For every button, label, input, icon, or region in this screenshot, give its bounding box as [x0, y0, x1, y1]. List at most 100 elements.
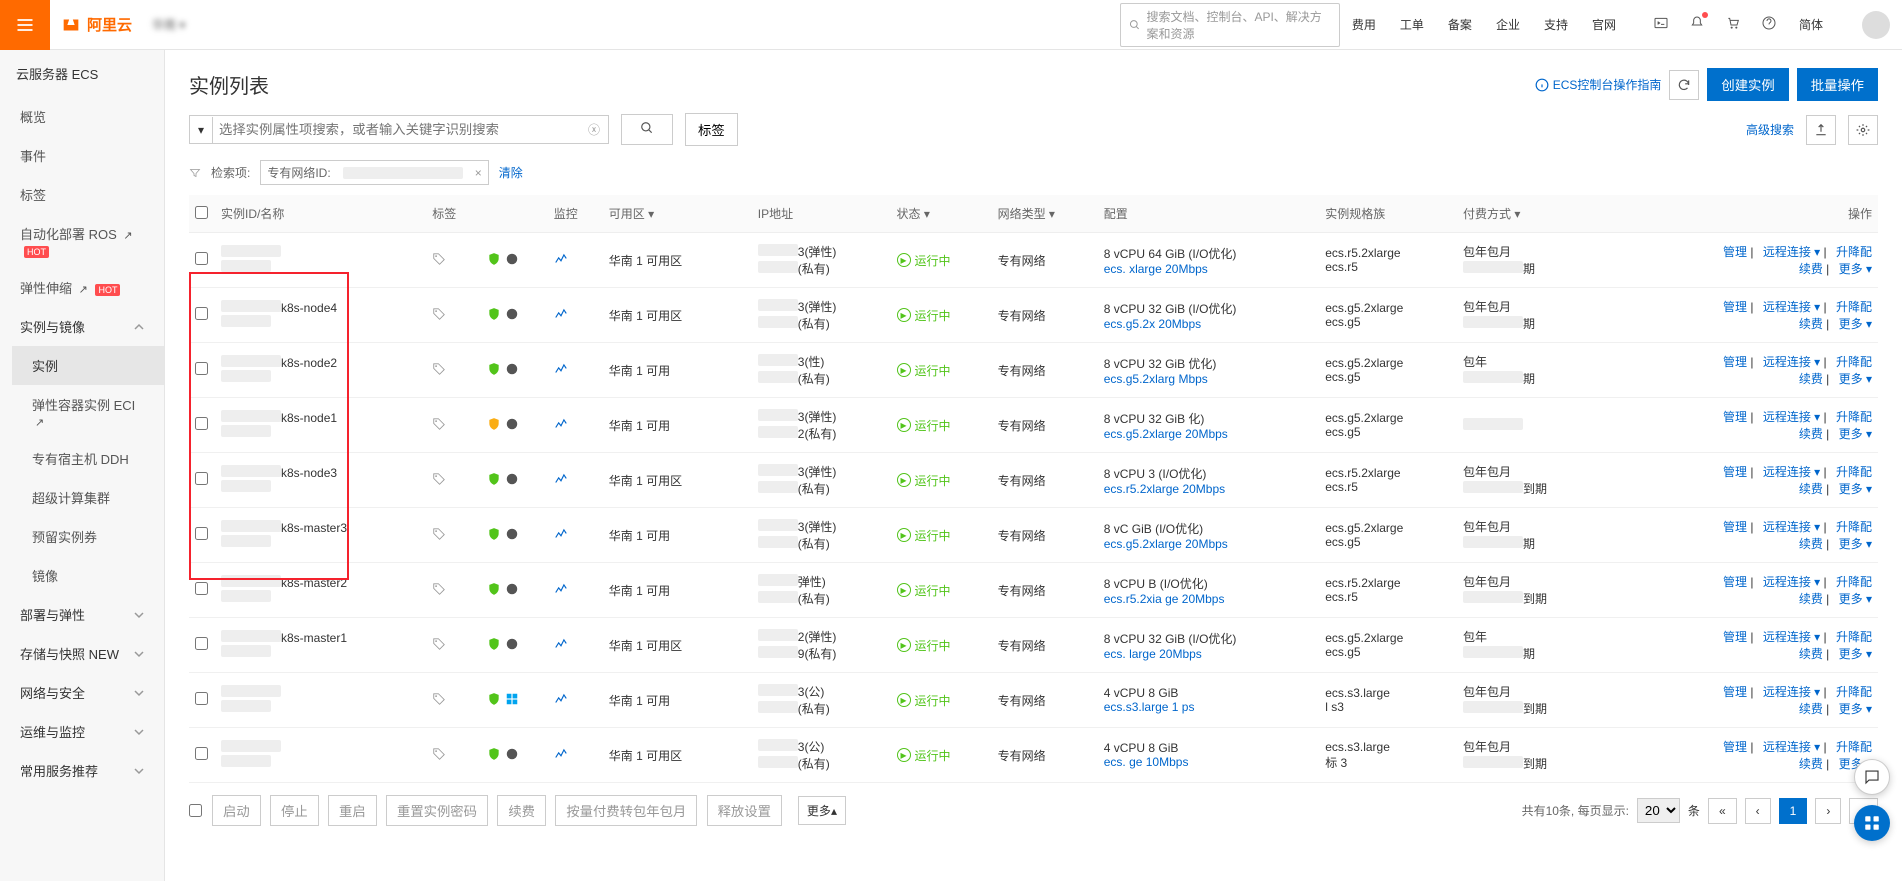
- page-size-select[interactable]: 20: [1637, 798, 1680, 823]
- op-change[interactable]: 升降配: [1836, 410, 1872, 424]
- op-remote[interactable]: 远程连接 ▾: [1763, 520, 1820, 534]
- search-button[interactable]: [621, 114, 673, 145]
- sidebar-eci[interactable]: 弹性容器实例 ECI ↗: [12, 385, 164, 439]
- op-remote[interactable]: 远程连接 ▾: [1763, 245, 1820, 259]
- remove-filter-icon[interactable]: ×: [475, 166, 482, 180]
- tag-icon[interactable]: [432, 255, 446, 269]
- clear-filters-link[interactable]: 清除: [499, 164, 523, 181]
- row-checkbox[interactable]: [195, 472, 208, 485]
- op-remote[interactable]: 远程连接 ▾: [1763, 630, 1820, 644]
- sidebar-group-instances[interactable]: 实例与镜像: [0, 307, 164, 346]
- op-change[interactable]: 升降配: [1836, 575, 1872, 589]
- sidebar-group-ops[interactable]: 运维与监控: [0, 712, 164, 751]
- op-change[interactable]: 升降配: [1836, 740, 1872, 754]
- tag-icon[interactable]: [432, 420, 446, 434]
- col-status[interactable]: 状态 ▾: [891, 195, 992, 233]
- op-change[interactable]: 升降配: [1836, 520, 1872, 534]
- instance-id[interactable]: k8s-master3: [221, 520, 420, 535]
- op-renew[interactable]: 续费: [1799, 372, 1823, 386]
- row-checkbox[interactable]: [195, 747, 208, 760]
- op-remote[interactable]: 远程连接 ▾: [1763, 685, 1820, 699]
- nav-site[interactable]: 官网: [1592, 16, 1616, 33]
- op-renew[interactable]: 续费: [1799, 757, 1823, 771]
- nav-support[interactable]: 支持: [1544, 16, 1568, 33]
- sidebar-reserved[interactable]: 预留实例券: [12, 517, 164, 556]
- op-renew[interactable]: 续费: [1799, 702, 1823, 716]
- row-checkbox[interactable]: [195, 417, 208, 430]
- shield-icon[interactable]: [487, 637, 501, 651]
- bulk-start[interactable]: 启动: [212, 795, 261, 826]
- settings-button[interactable]: [1848, 115, 1878, 145]
- op-remote[interactable]: 远程连接 ▾: [1763, 410, 1820, 424]
- op-change[interactable]: 升降配: [1836, 245, 1872, 259]
- op-manage[interactable]: 管理: [1723, 355, 1747, 369]
- op-manage[interactable]: 管理: [1723, 300, 1747, 314]
- op-remote[interactable]: 远程连接 ▾: [1763, 740, 1820, 754]
- op-renew[interactable]: 续费: [1799, 592, 1823, 606]
- hamburger-menu[interactable]: [0, 0, 50, 50]
- row-checkbox[interactable]: [195, 527, 208, 540]
- bulk-resetpw[interactable]: 重置实例密码: [386, 795, 488, 826]
- clear-search-icon[interactable]: ⓧ: [580, 121, 608, 138]
- instance-id[interactable]: k8s-node3: [221, 465, 420, 480]
- op-more[interactable]: 更多 ▾: [1839, 592, 1872, 606]
- pager-first[interactable]: «: [1708, 798, 1737, 824]
- instance-id[interactable]: k8s-node1: [221, 410, 420, 425]
- row-checkbox[interactable]: [195, 362, 208, 375]
- op-change[interactable]: 升降配: [1836, 685, 1872, 699]
- tag-icon[interactable]: [432, 310, 446, 324]
- row-checkbox[interactable]: [195, 637, 208, 650]
- tag-icon[interactable]: [432, 475, 446, 489]
- shield-icon[interactable]: [487, 747, 501, 761]
- sidebar-instances[interactable]: 实例: [12, 346, 164, 385]
- advanced-search-link[interactable]: 高级搜索: [1746, 121, 1794, 138]
- op-manage[interactable]: 管理: [1723, 575, 1747, 589]
- sidebar-ess[interactable]: 弹性伸缩 ↗ HOT: [0, 268, 164, 307]
- nav-beian[interactable]: 备案: [1448, 16, 1472, 33]
- bulk-renew[interactable]: 续费: [497, 795, 546, 826]
- op-renew[interactable]: 续费: [1799, 482, 1823, 496]
- op-change[interactable]: 升降配: [1836, 355, 1872, 369]
- shield-icon[interactable]: [487, 527, 501, 541]
- monitor-link[interactable]: [554, 695, 568, 709]
- monitor-link[interactable]: [554, 310, 568, 324]
- pager-prev[interactable]: ‹: [1745, 798, 1771, 824]
- tag-icon[interactable]: [432, 530, 446, 544]
- op-more[interactable]: 更多 ▾: [1839, 702, 1872, 716]
- cloudshell-icon[interactable]: [1653, 15, 1669, 34]
- col-net[interactable]: 网络类型 ▾: [992, 195, 1098, 233]
- op-more[interactable]: 更多 ▾: [1839, 317, 1872, 331]
- refresh-button[interactable]: [1669, 70, 1699, 100]
- bulk-more[interactable]: 更多 ▴: [798, 796, 846, 825]
- op-more[interactable]: 更多 ▾: [1839, 482, 1872, 496]
- op-renew[interactable]: 续费: [1799, 262, 1823, 276]
- op-renew[interactable]: 续费: [1799, 647, 1823, 661]
- col-zone[interactable]: 可用区 ▾: [603, 195, 734, 233]
- user-avatar[interactable]: [1862, 11, 1890, 39]
- instance-id[interactable]: [221, 245, 420, 260]
- op-manage[interactable]: 管理: [1723, 740, 1747, 754]
- feedback-button[interactable]: [1854, 759, 1890, 795]
- monitor-link[interactable]: [554, 255, 568, 269]
- op-more[interactable]: 更多 ▾: [1839, 647, 1872, 661]
- sidebar-images[interactable]: 镜像: [12, 556, 164, 595]
- monitor-link[interactable]: [554, 585, 568, 599]
- guide-link[interactable]: ECS控制台操作指南: [1535, 76, 1662, 93]
- sidebar-overview[interactable]: 概览: [0, 97, 164, 136]
- monitor-link[interactable]: [554, 475, 568, 489]
- op-manage[interactable]: 管理: [1723, 245, 1747, 259]
- op-change[interactable]: 升降配: [1836, 300, 1872, 314]
- sidebar-scc[interactable]: 超级计算集群: [12, 478, 164, 517]
- bulk-restart[interactable]: 重启: [328, 795, 377, 826]
- tag-icon[interactable]: [432, 640, 446, 654]
- brand-logo[interactable]: 阿里云: [60, 14, 132, 36]
- select-all-checkbox[interactable]: [195, 206, 208, 219]
- instance-id[interactable]: k8s-node4: [221, 300, 420, 315]
- op-renew[interactable]: 续费: [1799, 427, 1823, 441]
- nav-enterprise[interactable]: 企业: [1496, 16, 1520, 33]
- region-selector[interactable]: 华南 ▾: [152, 16, 185, 33]
- instance-id[interactable]: k8s-master1: [221, 630, 420, 645]
- nav-ticket[interactable]: 工单: [1400, 16, 1424, 33]
- instance-id[interactable]: [221, 740, 420, 755]
- create-instance-button[interactable]: 创建实例: [1707, 68, 1788, 101]
